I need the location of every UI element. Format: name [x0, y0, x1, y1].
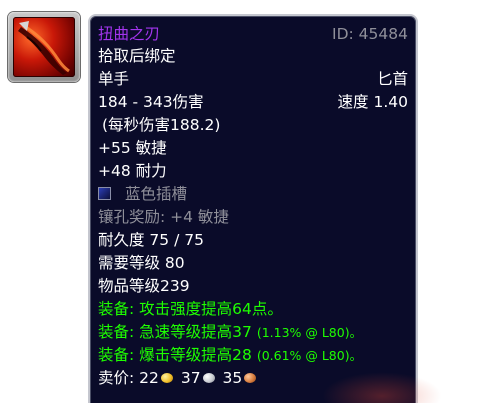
weapon-type: 匕首	[376, 70, 408, 88]
copper-amount: 35	[222, 369, 243, 387]
socket-bonus: 镶孔奖励: +4 敏捷	[98, 208, 229, 226]
item-id: ID: 45484	[332, 25, 408, 43]
equip-attack-power: 装备: 攻击强度提高64点。	[98, 300, 283, 318]
item-name-row: 扭曲之刃 ID: 45484	[98, 24, 408, 44]
watermark	[322, 372, 442, 403]
gold-coin-icon	[160, 373, 173, 383]
silver-coin-icon	[202, 373, 215, 383]
equip-crit: 装备: 爆击等级提高28 (0.61% @ L80)。	[98, 345, 408, 366]
bind-type: 拾取后绑定	[98, 47, 176, 65]
equip-crit-text: 装备: 爆击等级提高28	[98, 346, 252, 364]
page: 扭曲之刃 ID: 45484 拾取后绑定 单手 匕首 184 - 343伤害 速…	[0, 0, 500, 403]
twisted-dagger-icon	[13, 17, 75, 77]
equip-haste-text: 装备: 急速等级提高37	[98, 323, 252, 341]
durability: 耐久度 75 / 75	[98, 231, 204, 249]
agility-stat: +55 敏捷	[98, 139, 167, 157]
stamina-stat: +48 耐力	[98, 162, 167, 180]
damage-range: 184 - 343伤害	[98, 93, 204, 111]
socket-row: 蓝色插槽	[98, 184, 408, 204]
weapon-speed: 速度 1.40	[337, 93, 408, 111]
socket-label: 蓝色插槽	[125, 185, 188, 203]
silver-amount: 37	[180, 369, 201, 387]
item-icon-frame[interactable]	[8, 12, 80, 82]
gold-amount: 22	[139, 369, 159, 387]
slot-row: 单手 匕首	[98, 69, 408, 89]
dps: (每秒伤害188.2)	[102, 116, 221, 134]
sell-price-label: 卖价:	[98, 369, 135, 387]
item-tooltip: 扭曲之刃 ID: 45484 拾取后绑定 单手 匕首 184 - 343伤害 速…	[88, 14, 418, 403]
item-name[interactable]: 扭曲之刃	[98, 25, 160, 43]
item-level: 物品等级239	[98, 277, 190, 295]
equip-crit-note: (0.61% @ L80)。	[256, 348, 363, 363]
copper-coin-icon	[244, 373, 257, 383]
required-level: 需要等级 80	[98, 254, 185, 272]
blue-socket-icon	[98, 187, 111, 200]
damage-row: 184 - 343伤害 速度 1.40	[98, 92, 408, 112]
equip-haste-note: (1.13% @ L80)。	[256, 325, 363, 340]
equip-haste: 装备: 急速等级提高37 (1.13% @ L80)。	[98, 322, 408, 343]
hand-type: 单手	[98, 70, 130, 88]
